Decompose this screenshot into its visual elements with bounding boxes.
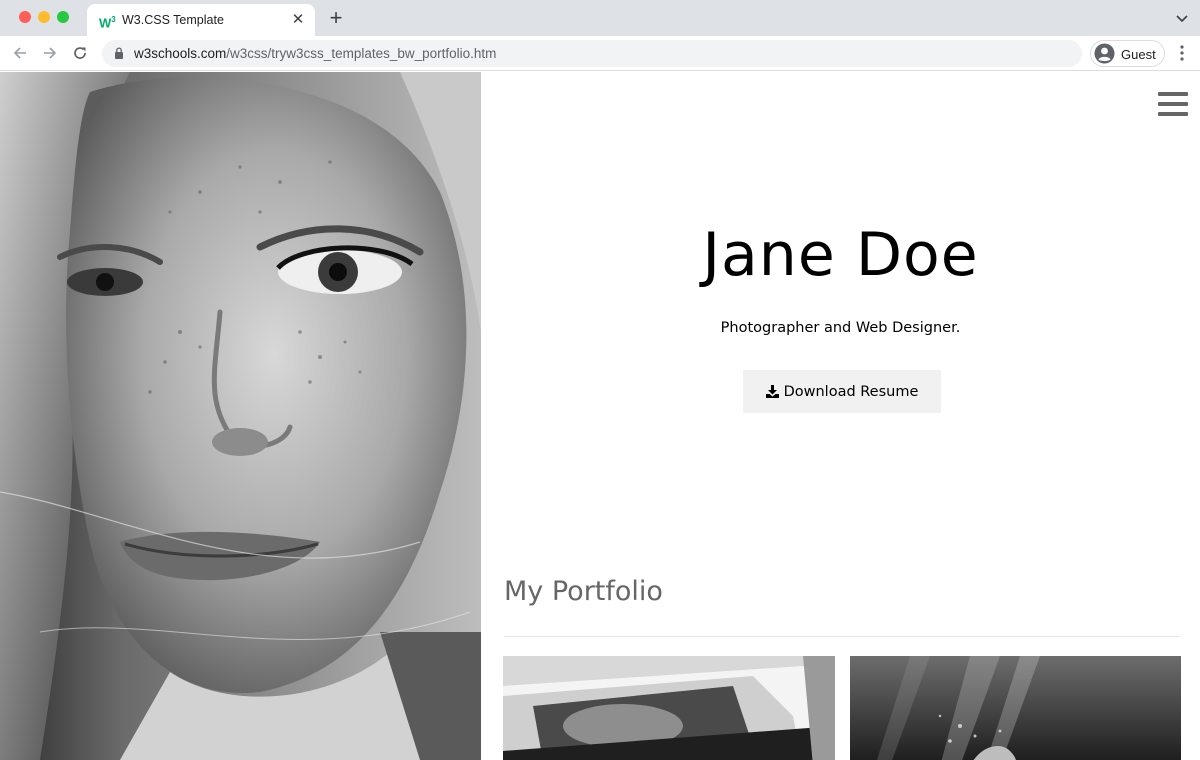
portfolio-heading: My Portfolio [504, 576, 663, 607]
address-bar[interactable]: w3schools.com/w3css/tryw3css_templates_b… [102, 40, 1082, 67]
download-icon [765, 385, 779, 398]
profile-label: Guest [1121, 47, 1156, 62]
profile-button[interactable]: Guest [1090, 40, 1165, 67]
portrait-photo [0, 72, 481, 760]
arrow-left-icon[interactable] [10, 43, 30, 63]
browser-tab[interactable]: W3 W3.CSS Template ✕ [87, 4, 315, 36]
arrow-right-icon[interactable] [40, 43, 60, 63]
tab-search-chevron-icon[interactable] [1174, 10, 1190, 26]
section-divider [504, 636, 1180, 637]
download-resume-label: Download Resume [783, 383, 919, 400]
window-zoom-button[interactable] [57, 11, 69, 23]
portfolio-image-underwater[interactable] [850, 656, 1181, 760]
page-viewport: Jane Doe Photographer and Web Designer. … [0, 72, 1200, 760]
reload-icon[interactable] [70, 43, 90, 63]
hero-name: Jane Doe [702, 220, 979, 290]
download-resume-button[interactable]: Download Resume [743, 370, 941, 413]
window-minimize-button[interactable] [38, 11, 50, 23]
portfolio-image-car[interactable] [503, 656, 835, 760]
window-close-button[interactable] [19, 11, 31, 23]
lock-icon[interactable] [114, 47, 124, 59]
hero-tagline: Photographer and Web Designer. [720, 320, 961, 336]
url-text: w3schools.com/w3css/tryw3css_templates_b… [134, 46, 497, 61]
tab-title: W3.CSS Template [122, 13, 224, 27]
account-circle-icon [1094, 43, 1115, 64]
w3schools-favicon-icon: W3 [99, 15, 116, 31]
tab-close-icon[interactable]: ✕ [289, 11, 307, 29]
browser-toolbar: w3schools.com/w3css/tryw3css_templates_b… [0, 36, 1200, 71]
more-vert-icon[interactable] [1176, 44, 1188, 62]
browser-tab-strip: W3 W3.CSS Template ✕ + [0, 0, 1200, 36]
hamburger-icon[interactable] [1158, 92, 1190, 118]
new-tab-icon[interactable]: + [326, 7, 346, 29]
